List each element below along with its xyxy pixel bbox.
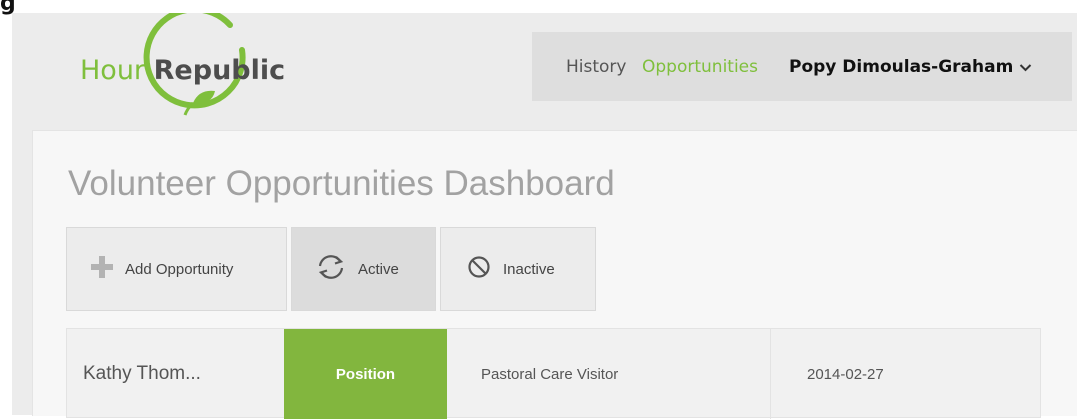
logo-word-hour: Hour <box>80 55 146 86</box>
plus-icon <box>91 256 113 282</box>
ban-icon <box>467 255 491 283</box>
chevron-down-icon <box>1020 63 1032 71</box>
volunteer-name: Kathy Thom... <box>83 363 201 384</box>
inactive-filter-button[interactable]: Inactive <box>440 227 596 311</box>
user-menu[interactable]: Popy Dimoulas-Graham <box>789 57 1032 77</box>
logo-text: Hour Republic <box>80 55 285 86</box>
inactive-filter-label: Inactive <box>503 260 555 278</box>
position-badge: Position <box>284 329 447 419</box>
add-opportunity-button[interactable]: Add Opportunity <box>66 227 287 311</box>
logo-word-republic: Republic <box>153 55 286 86</box>
active-filter-label: Active <box>358 260 399 278</box>
top-navigation: History Opportunities Popy Dimoulas-Grah… <box>532 32 1072 101</box>
nav-history-link[interactable]: History <box>566 57 626 77</box>
nav-opportunities-link[interactable]: Opportunities <box>642 57 758 77</box>
hour-republic-logo[interactable]: Hour Republic <box>37 13 287 123</box>
opportunity-row[interactable]: Kathy Thom... Position Pastoral Care Vis… <box>66 328 1041 419</box>
page-title: Volunteer Opportunities Dashboard <box>68 164 615 203</box>
active-filter-button[interactable]: Active <box>291 227 436 311</box>
dashboard-panel: Volunteer Opportunities Dashboard Add Op… <box>32 130 1077 419</box>
add-opportunity-label: Add Opportunity <box>125 260 234 278</box>
refresh-icon <box>316 254 346 284</box>
opportunity-role: Pastoral Care Visitor <box>447 329 771 419</box>
user-name: Popy Dimoulas-Graham <box>789 57 1014 77</box>
app-window: Hour Republic History Opportunities Popy… <box>12 13 1077 419</box>
opportunity-date: 2014-02-27 <box>807 365 884 383</box>
